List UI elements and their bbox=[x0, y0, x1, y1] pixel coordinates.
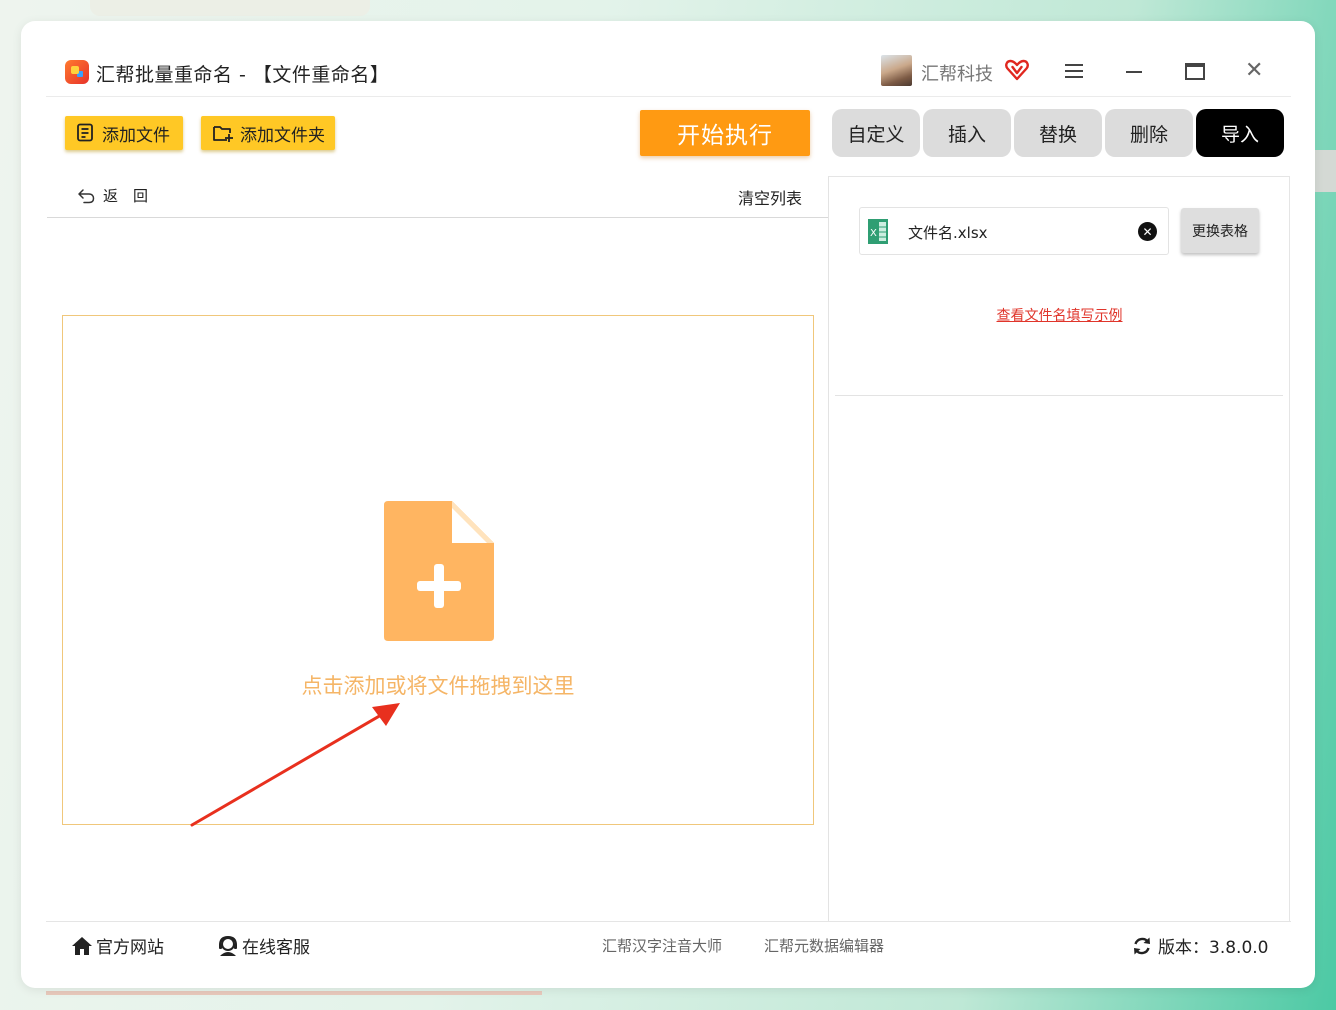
clear-list-button[interactable]: 清空列表 bbox=[738, 185, 802, 209]
add-file-label: 添加文件 bbox=[102, 125, 170, 146]
background-tab bbox=[90, 0, 370, 16]
tab-custom[interactable]: 自定义 bbox=[832, 109, 920, 157]
window-title: 汇帮批量重命名 - 【文件重命名】 bbox=[96, 64, 390, 86]
background-edge bbox=[1312, 150, 1336, 192]
file-plus-icon bbox=[384, 501, 494, 641]
tab-replace[interactable]: 替换 bbox=[1014, 109, 1102, 157]
minimize-icon[interactable] bbox=[1126, 71, 1142, 73]
mode-tabs: 自定义 插入 替换 删除 导入 bbox=[832, 109, 1284, 157]
metadata-editor-link[interactable]: 汇帮元数据编辑器 bbox=[764, 935, 884, 956]
version-label: 版本：3.8.0.0 bbox=[1158, 938, 1269, 958]
refresh-icon bbox=[1134, 937, 1150, 954]
user-avatar[interactable] bbox=[881, 55, 912, 86]
add-folder-icon bbox=[213, 126, 233, 142]
back-button[interactable]: 返 回 bbox=[77, 185, 148, 206]
official-site-link[interactable]: 官方网站 bbox=[71, 933, 164, 958]
official-site-label: 官方网站 bbox=[96, 938, 164, 958]
app-window: 汇帮批量重命名 - 【文件重命名】 汇帮科技 ✕ 添加文件 添加文件夹 开始执行… bbox=[21, 21, 1315, 988]
maximize-icon[interactable] bbox=[1185, 63, 1205, 80]
add-file-icon bbox=[77, 123, 93, 142]
file-list-header: 返 回 清空列表 bbox=[47, 177, 828, 218]
hamburger-menu-icon[interactable] bbox=[1065, 64, 1083, 80]
add-folder-button[interactable]: 添加文件夹 bbox=[201, 116, 335, 150]
brand-name[interactable]: 汇帮科技 bbox=[921, 60, 993, 86]
pointer-arrow-annotation bbox=[190, 703, 400, 827]
excel-icon: X bbox=[868, 219, 888, 244]
example-link[interactable]: 查看文件名填写示例 bbox=[829, 305, 1290, 325]
online-service-label: 在线客服 bbox=[242, 938, 310, 958]
clear-circle-icon[interactable]: ✕ bbox=[1138, 222, 1157, 241]
tab-import[interactable]: 导入 bbox=[1196, 109, 1284, 157]
right-panel-separator bbox=[835, 395, 1283, 396]
app-logo-icon bbox=[65, 60, 89, 84]
back-label: 返 回 bbox=[103, 187, 149, 205]
title-bar: 汇帮批量重命名 - 【文件重命名】 汇帮科技 ✕ bbox=[46, 47, 1291, 97]
version-info: 版本：3.8.0.0 bbox=[1132, 933, 1268, 958]
file-drop-zone[interactable]: 点击添加或将文件拖拽到这里 bbox=[62, 315, 814, 827]
tab-insert[interactable]: 插入 bbox=[923, 109, 1011, 157]
drop-hint-text: 点击添加或将文件拖拽到这里 bbox=[301, 674, 575, 698]
add-file-button[interactable]: 添加文件 bbox=[65, 116, 183, 150]
back-arrow-icon bbox=[78, 188, 95, 203]
import-panel: X 文件名.xlsx ✕ 更换表格 查看文件名填写示例 bbox=[829, 176, 1290, 922]
customer-service-icon bbox=[219, 935, 237, 956]
selected-table-file[interactable]: X 文件名.xlsx ✕ bbox=[859, 207, 1169, 255]
hanzi-pinyin-link[interactable]: 汇帮汉字注音大师 bbox=[602, 935, 722, 956]
add-folder-label: 添加文件夹 bbox=[240, 125, 325, 146]
home-icon bbox=[72, 936, 92, 955]
close-icon[interactable]: ✕ bbox=[1245, 60, 1263, 82]
tab-delete[interactable]: 删除 bbox=[1105, 109, 1193, 157]
heart-vip-icon[interactable] bbox=[1005, 59, 1029, 81]
replace-table-button[interactable]: 更换表格 bbox=[1181, 208, 1259, 253]
svg-text:X: X bbox=[870, 228, 877, 239]
table-file-name: 文件名.xlsx bbox=[908, 224, 988, 242]
online-service-link[interactable]: 在线客服 bbox=[217, 933, 310, 958]
background-line bbox=[46, 991, 542, 995]
start-button[interactable]: 开始执行 bbox=[640, 110, 810, 156]
footer-bar: 官方网站 在线客服 汇帮汉字注音大师 汇帮元数据编辑器 版本：3.8.0.0 bbox=[46, 921, 1291, 965]
